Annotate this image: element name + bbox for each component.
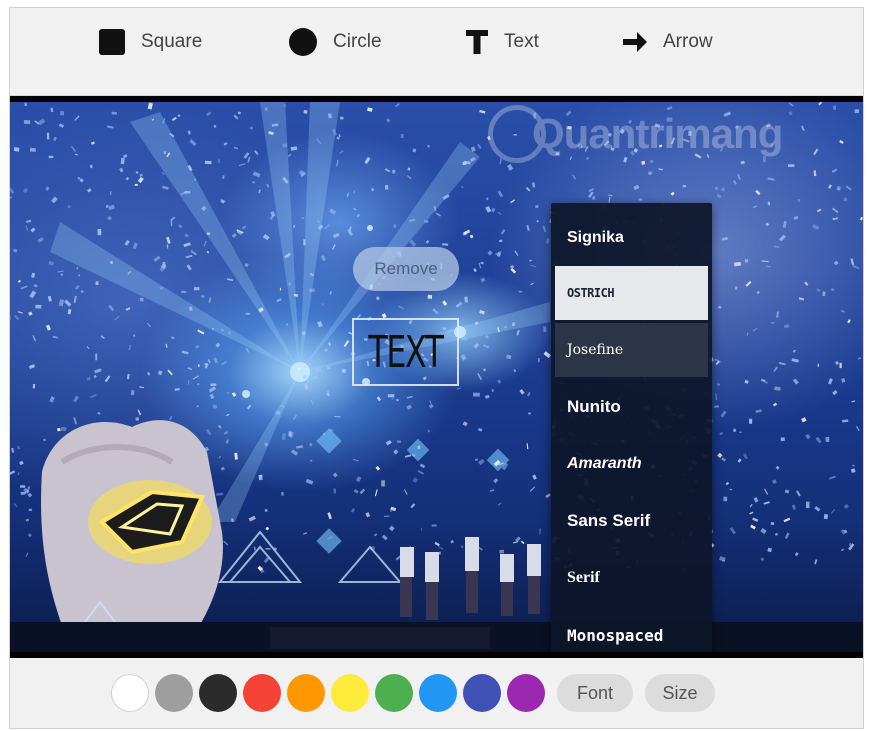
- color-swatch-green[interactable]: [375, 674, 413, 712]
- font-option-ostrich[interactable]: OSTRICH: [555, 266, 708, 320]
- color-swatch-orange[interactable]: [287, 674, 325, 712]
- font-option-signika[interactable]: Signika: [555, 211, 708, 265]
- color-swatch-black[interactable]: [199, 674, 237, 712]
- text-annotation-box[interactable]: TEXT: [352, 318, 459, 386]
- color-swatch-purple[interactable]: [507, 674, 545, 712]
- circle-icon: [289, 28, 317, 56]
- text-T-icon: [466, 30, 488, 54]
- color-swatch-yellow[interactable]: [331, 674, 369, 712]
- font-option-serif[interactable]: Serif: [555, 551, 708, 605]
- text-annotation-content: TEXT: [368, 326, 444, 378]
- font-option-monospaced[interactable]: Monospaced: [555, 608, 708, 652]
- font-option-amaranth[interactable]: Amaranth: [555, 437, 708, 491]
- font-dropdown-menu: Signika OSTRICH Josefine Nunito Amaranth…: [551, 203, 712, 652]
- font-option-sans-serif[interactable]: Sans Serif: [555, 494, 708, 548]
- color-and-style-bar: Font Size: [10, 658, 863, 728]
- circle-tool-label: Circle: [333, 31, 382, 52]
- circle-tool-button[interactable]: Circle: [289, 26, 382, 58]
- editing-canvas[interactable]: Quantrimang Remove TEXT Signika OSTRICH …: [10, 96, 863, 658]
- arrow-tool-label: Arrow: [663, 31, 713, 52]
- color-swatch-gray[interactable]: [155, 674, 193, 712]
- color-swatch-red[interactable]: [243, 674, 281, 712]
- square-tool-label: Square: [141, 31, 203, 52]
- image-editor-window: Square Circle Text Arrow Quantrimang Rem…: [9, 7, 864, 729]
- shape-toolbar: Square Circle Text Arrow: [10, 8, 863, 96]
- remove-annotation-button[interactable]: Remove: [353, 247, 459, 291]
- font-option-nunito[interactable]: Nunito: [555, 380, 708, 434]
- square-icon: [99, 29, 125, 55]
- size-button[interactable]: Size: [645, 674, 715, 712]
- arrow-right-icon: [623, 31, 647, 53]
- font-option-josefine[interactable]: Josefine: [555, 323, 708, 377]
- color-swatch-blue[interactable]: [419, 674, 457, 712]
- color-swatch-white[interactable]: [111, 674, 149, 712]
- color-swatch-indigo[interactable]: [463, 674, 501, 712]
- arrow-tool-button[interactable]: Arrow: [623, 26, 713, 58]
- stage-and-performers: [10, 530, 863, 652]
- text-tool-label: Text: [504, 31, 539, 52]
- font-button[interactable]: Font: [557, 674, 633, 712]
- text-tool-button[interactable]: Text: [466, 26, 539, 58]
- square-tool-button[interactable]: Square: [99, 26, 202, 58]
